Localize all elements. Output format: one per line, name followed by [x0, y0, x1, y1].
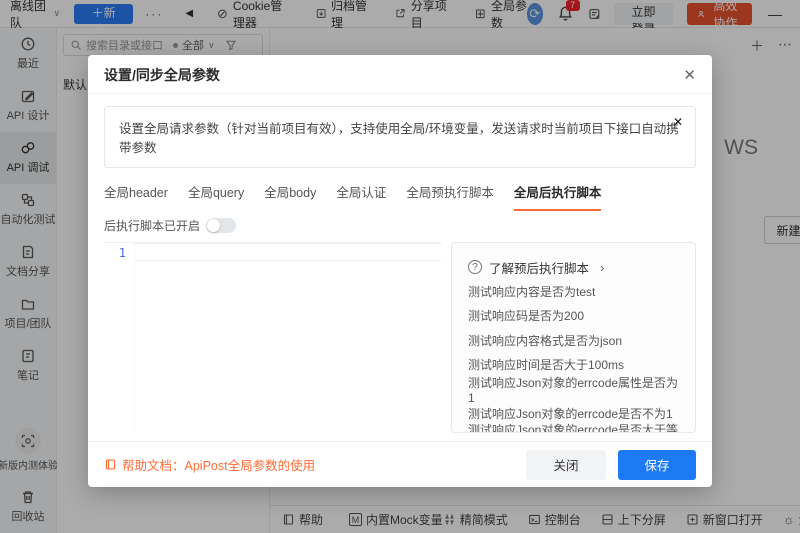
- footer-buttons: 关闭 保存: [526, 450, 696, 480]
- help-doc-link[interactable]: 帮助文档：ApiPost全局参数的使用: [104, 455, 315, 474]
- question-icon: ?: [468, 260, 482, 274]
- editor-line-number: 1: [104, 243, 134, 433]
- info-banner: 设置全局请求参数（针对当前项目有效），支持使用全局/环境变量，发送请求时当前项目…: [104, 106, 696, 168]
- modal-footer: 帮助文档：ApiPost全局参数的使用 关闭 保存: [88, 441, 712, 487]
- tab-global-body[interactable]: 全局body: [264, 182, 316, 211]
- snippet-item[interactable]: 测试响应Json对象的errcode是否大于等于1: [468, 426, 679, 433]
- toggle-knob: [207, 219, 220, 232]
- snippet-panel: ? 了解预后执行脚本 › 测试响应内容是否为test 测试响应码是否为200 测…: [451, 242, 696, 433]
- post-script-toggle[interactable]: [206, 218, 236, 233]
- close-icon[interactable]: ✕: [683, 68, 696, 83]
- snippet-item[interactable]: 测试响应Json对象的errcode属性是否为1: [468, 377, 679, 402]
- info-text: 设置全局请求参数（针对当前项目有效），支持使用全局/环境变量，发送请求时当前项目…: [119, 122, 679, 155]
- modal-header: 设置/同步全局参数 ✕: [88, 55, 712, 94]
- save-button[interactable]: 保存: [618, 450, 696, 480]
- modal-title: 设置/同步全局参数: [104, 65, 220, 85]
- toggle-row: 后执行脚本已开启: [104, 217, 696, 234]
- tab-global-pre-script[interactable]: 全局预执行脚本: [406, 182, 494, 211]
- snippet-item[interactable]: 测试响应内容格式是否为json: [468, 328, 679, 353]
- snippet-help-link[interactable]: ? 了解预后执行脚本 ›: [468, 255, 679, 279]
- tab-global-query[interactable]: 全局query: [188, 182, 244, 211]
- chevron-right-icon: ›: [600, 260, 604, 275]
- book-icon: [104, 458, 117, 471]
- app-window: 离线团队 ∨ ＋新建... ··· ◀ ⊘ Cookie管理器 归档管理 分享项…: [0, 0, 800, 533]
- editor-current-line: [135, 243, 441, 261]
- info-close-icon[interactable]: ✕: [673, 115, 683, 129]
- snippet-item[interactable]: 测试响应码是否为200: [468, 304, 679, 329]
- snippet-item[interactable]: 测试响应内容是否为test: [468, 279, 679, 304]
- modal-tabs: 全局header 全局query 全局body 全局认证 全局预执行脚本 全局后…: [104, 182, 696, 211]
- snippet-help-label: 了解预后执行脚本: [489, 258, 589, 277]
- script-editor[interactable]: 1: [104, 242, 441, 433]
- tab-global-post-script[interactable]: 全局后执行脚本: [514, 182, 602, 211]
- tab-global-auth[interactable]: 全局认证: [336, 182, 386, 211]
- modal-content: 1 ? 了解预后执行脚本 › 测试响应内容是否为test 测试响应码是否为200…: [104, 242, 696, 433]
- tab-global-header[interactable]: 全局header: [104, 182, 168, 211]
- editor-code-area[interactable]: [134, 243, 441, 433]
- toggle-label: 后执行脚本已开启: [104, 217, 200, 234]
- close-button[interactable]: 关闭: [526, 450, 606, 480]
- help-doc-label: 帮助文档：ApiPost全局参数的使用: [122, 455, 315, 474]
- global-params-modal: 设置/同步全局参数 ✕ 设置全局请求参数（针对当前项目有效），支持使用全局/环境…: [88, 55, 712, 487]
